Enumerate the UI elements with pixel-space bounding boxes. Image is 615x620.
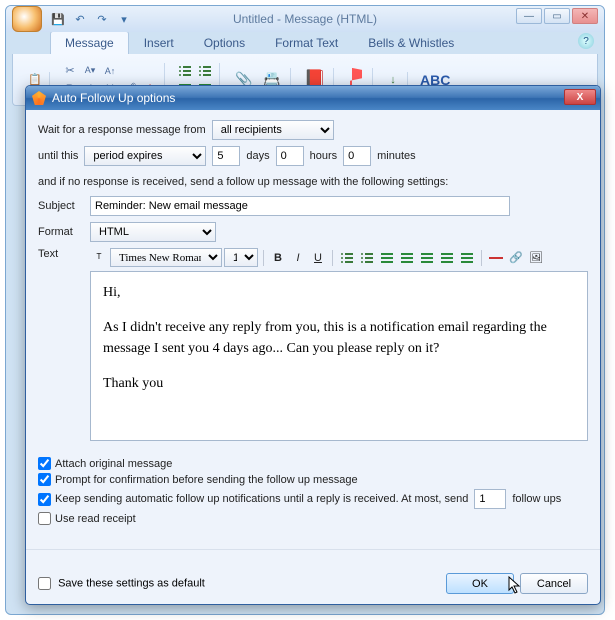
body-greeting: Hi, (103, 282, 575, 303)
wait-label: Wait for a response message from (38, 124, 206, 136)
format-select[interactable]: HTML (90, 222, 216, 242)
align-right-icon[interactable] (458, 249, 476, 267)
auto-follow-up-dialog: Auto Follow Up options X Wait for a resp… (25, 85, 601, 605)
hours-input[interactable] (276, 146, 304, 166)
tab-message[interactable]: Message (50, 31, 129, 54)
redo-icon[interactable]: ↷ (94, 11, 110, 27)
dialog-title: Auto Follow Up options (52, 91, 175, 105)
close-window-button[interactable]: ✕ (572, 8, 598, 24)
text-label: Text (38, 248, 84, 260)
maximize-button[interactable]: ▭ (544, 8, 570, 24)
insert-image-icon[interactable] (527, 249, 545, 267)
minutes-label: minutes (377, 150, 416, 162)
qat-dropdown-icon[interactable]: ▾ (116, 11, 132, 27)
save-icon[interactable]: 💾 (50, 11, 66, 27)
quick-access-toolbar: 💾 ↶ ↷ ▾ (50, 11, 132, 27)
numbering-icon[interactable] (197, 63, 213, 79)
days-input[interactable] (212, 146, 240, 166)
editor-numbers-icon[interactable] (358, 249, 376, 267)
outer-titlebar: 💾 ↶ ↷ ▾ Untitled - Message (HTML) — ▭ ✕ (6, 6, 604, 32)
keep-sending-input[interactable] (38, 493, 51, 506)
prompt-confirm-input[interactable] (38, 473, 51, 486)
message-editor[interactable]: Hi, As I didn't receive any reply from y… (90, 271, 588, 441)
dialog-titlebar: Auto Follow Up options X (26, 86, 600, 110)
save-default-input[interactable] (38, 577, 51, 590)
font-dropdown-icon[interactable]: A▾ (82, 63, 98, 79)
max-followups-input[interactable] (474, 489, 506, 509)
no-response-text: and if no response is received, send a f… (38, 176, 588, 188)
insert-link-icon[interactable] (507, 249, 525, 267)
editor-underline-icon[interactable]: U (309, 249, 327, 267)
dialog-icon (32, 91, 46, 105)
attach-original-checkbox[interactable]: Attach original message (38, 457, 588, 470)
tab-options[interactable]: Options (189, 31, 260, 54)
tab-insert[interactable]: Insert (129, 31, 189, 54)
editor-outdent-icon[interactable] (378, 249, 396, 267)
dialog-close-button[interactable]: X (564, 89, 596, 105)
undo-icon[interactable]: ↶ (72, 11, 88, 27)
read-receipt-checkbox[interactable]: Use read receipt (38, 512, 588, 525)
editor-bullets-icon[interactable] (338, 249, 356, 267)
keep-sending-checkbox[interactable]: Keep sending automatic follow up notific… (38, 489, 588, 509)
recipients-select[interactable]: all recipients (212, 120, 334, 140)
prompt-confirm-checkbox[interactable]: Prompt for confirmation before sending t… (38, 473, 588, 486)
tab-bells-whistles[interactable]: Bells & Whistles (353, 31, 469, 54)
editor-bold-icon[interactable]: B (269, 249, 287, 267)
ribbon-tabs: Message Insert Options Format Text Bells… (50, 31, 604, 54)
editor-toolbar: Times New Roman 12 B I U (90, 248, 588, 267)
align-center-icon[interactable] (438, 249, 456, 267)
insert-hr-icon[interactable] (487, 249, 505, 267)
read-receipt-input[interactable] (38, 512, 51, 525)
cancel-button[interactable]: Cancel (520, 573, 588, 594)
grow-font-icon[interactable]: A↑ (102, 63, 118, 79)
cut-icon[interactable]: ✂ (62, 63, 78, 79)
days-label: days (246, 150, 269, 162)
font-size-select[interactable]: 12 (224, 248, 258, 267)
hours-label: hours (310, 150, 338, 162)
editor-italic-icon[interactable]: I (289, 249, 307, 267)
office-orb[interactable] (12, 6, 42, 32)
minimize-button[interactable]: — (516, 8, 542, 24)
subject-label: Subject (38, 200, 84, 212)
period-select[interactable]: period expires (84, 146, 206, 166)
tab-format-text[interactable]: Format Text (260, 31, 353, 54)
attach-original-input[interactable] (38, 457, 51, 470)
ok-button[interactable]: OK (446, 573, 514, 594)
minutes-input[interactable] (343, 146, 371, 166)
text-style-icon[interactable] (90, 249, 108, 267)
bullets-icon[interactable] (177, 63, 193, 79)
editor-indent-icon[interactable] (398, 249, 416, 267)
font-name-select[interactable]: Times New Roman (110, 248, 222, 267)
body-main: As I didn't receive any reply from you, … (103, 317, 575, 359)
help-icon[interactable]: ? (578, 33, 594, 49)
until-label: until this (38, 150, 78, 162)
align-left-icon[interactable] (418, 249, 436, 267)
subject-input[interactable] (90, 196, 510, 216)
save-default-checkbox[interactable]: Save these settings as default (38, 577, 205, 590)
format-label: Format (38, 226, 84, 238)
body-signoff: Thank you (103, 373, 575, 394)
